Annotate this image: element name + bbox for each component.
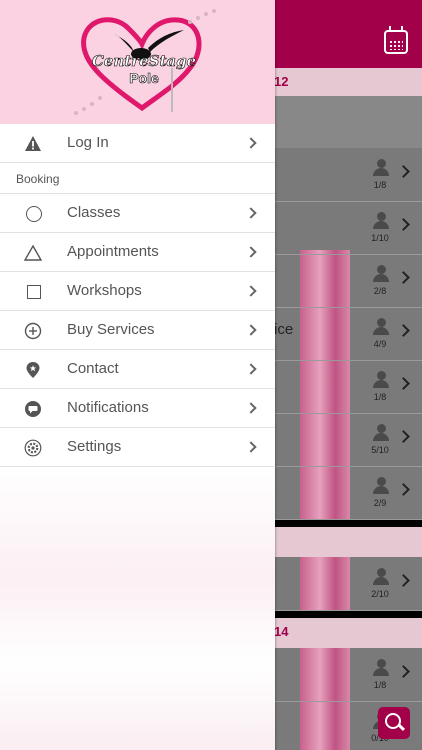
gear-icon <box>24 439 42 457</box>
chevron-right-icon <box>397 324 410 337</box>
chevron-right-icon <box>245 441 257 453</box>
date-header-text: 12 <box>274 74 289 89</box>
date-header <box>274 527 422 557</box>
count: 2/9 <box>373 498 387 508</box>
class-row[interactable]: 1/8 <box>274 361 422 414</box>
menu-item-buy-services[interactable]: Buy Services <box>0 311 275 350</box>
class-name-fragment: ice <box>274 321 294 338</box>
chevron-right-icon <box>245 207 257 219</box>
section-header-label: Booking <box>16 172 60 186</box>
count: 1/8 <box>373 180 387 190</box>
logo-text: Pole <box>129 70 159 87</box>
chevron-right-icon <box>397 430 410 443</box>
chevron-right-icon <box>397 271 410 284</box>
person-icon <box>372 659 390 677</box>
menu-item-label: Settings <box>67 438 122 455</box>
navigation-drawer: CentreStage Pole Log In Booking Classes … <box>0 0 275 750</box>
person-icon <box>372 477 390 495</box>
chevron-right-icon <box>245 246 257 258</box>
count: 5/10 <box>371 445 389 455</box>
menu-item-label: Log In <box>67 134 109 151</box>
square-icon <box>27 285 41 299</box>
class-row[interactable]: ice 4/9 <box>274 308 422 361</box>
menu-item-settings[interactable]: Settings <box>0 428 275 467</box>
date-header: 14 <box>274 618 422 648</box>
triangle-icon <box>23 244 43 262</box>
menu-item-login[interactable]: Log In <box>0 124 275 163</box>
chevron-right-icon <box>245 137 257 149</box>
menu-item-label: Classes <box>67 204 121 221</box>
menu-item-label: Appointments <box>67 243 159 260</box>
person-icon <box>372 424 390 442</box>
class-row[interactable]: 1/10 <box>274 202 422 255</box>
menu-item-label: Contact <box>67 360 119 377</box>
count: 1/8 <box>373 680 387 690</box>
count: 1/10 <box>371 233 389 243</box>
divider-bar <box>274 520 422 527</box>
warning-icon <box>24 135 42 153</box>
divider-bar <box>274 611 422 618</box>
menu-item-label: Buy Services <box>67 321 155 338</box>
chevron-right-icon <box>245 285 257 297</box>
count: 4/9 <box>373 339 387 349</box>
date-header-text: 14 <box>274 624 289 639</box>
class-row[interactable]: 2/8 <box>274 255 422 308</box>
person-icon <box>372 371 390 389</box>
menu-item-label: Notifications <box>67 399 149 416</box>
chevron-right-icon <box>397 574 410 587</box>
chevron-right-icon <box>245 402 257 414</box>
count: 2/8 <box>373 286 387 296</box>
count: 1/8 <box>373 392 387 402</box>
search-button[interactable] <box>378 707 410 739</box>
class-row[interactable]: 1/8 <box>274 649 422 702</box>
menu-item-label: Workshops <box>67 282 142 299</box>
menu-item-workshops[interactable]: Workshops <box>0 272 275 311</box>
chevron-right-icon <box>397 665 410 678</box>
circle-icon <box>26 206 42 222</box>
menu-item-appointments[interactable]: Appointments <box>0 233 275 272</box>
menu-item-contact[interactable]: Contact <box>0 350 275 389</box>
centrestage-pole-logo: CentreStage Pole <box>62 8 222 116</box>
menu-item-notifications[interactable]: Notifications <box>0 389 275 428</box>
chevron-right-icon <box>397 165 410 178</box>
class-row[interactable]: 5/10 <box>274 414 422 467</box>
section-header-booking: Booking <box>0 163 275 194</box>
chevron-right-icon <box>397 218 410 231</box>
person-icon <box>372 568 390 586</box>
person-icon <box>372 212 390 230</box>
calendar-icon[interactable] <box>384 26 408 54</box>
location-pin-icon <box>24 361 42 379</box>
chat-bubble-icon <box>24 400 42 418</box>
chevron-right-icon <box>397 377 410 390</box>
date-header: 12 <box>274 68 422 96</box>
drawer-header: CentreStage Pole <box>0 0 275 124</box>
section-strip <box>274 96 422 148</box>
class-row[interactable]: 1/8 <box>274 149 422 202</box>
menu-item-classes[interactable]: Classes <box>0 194 275 233</box>
class-row[interactable]: 2/9 <box>274 467 422 520</box>
person-icon <box>372 265 390 283</box>
chevron-right-icon <box>245 324 257 336</box>
logo-text: CentreStage <box>91 52 197 71</box>
chevron-right-icon <box>245 363 257 375</box>
person-icon <box>372 159 390 177</box>
chevron-right-icon <box>397 483 410 496</box>
count: 2/10 <box>371 589 389 599</box>
plus-circle-icon <box>24 322 42 340</box>
class-row[interactable]: 2/10 <box>274 558 422 611</box>
person-icon <box>372 318 390 336</box>
